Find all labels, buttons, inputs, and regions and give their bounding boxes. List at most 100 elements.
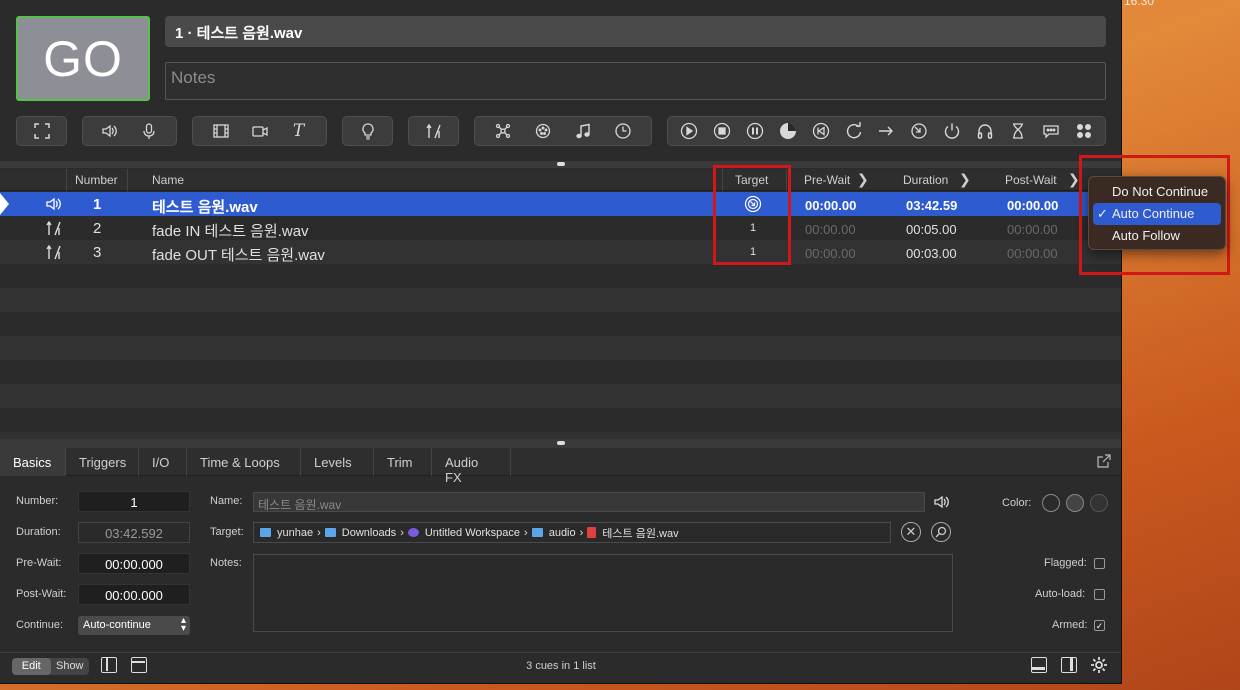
dmx-icon[interactable] <box>532 120 554 142</box>
cue-prewait[interactable]: 00:00.00 <box>805 246 856 261</box>
col-name[interactable]: Name <box>152 173 184 187</box>
toolbar-group-view <box>16 116 67 146</box>
col-prewait-chevron-icon[interactable]: ❯ <box>857 171 869 188</box>
tab-triggers[interactable]: Triggers <box>66 448 139 476</box>
camera-icon[interactable] <box>249 120 271 142</box>
col-prewait[interactable]: Pre-Wait <box>804 173 850 187</box>
cue-row[interactable]: 3 fade OUT 테스트 음원.wav 1 00:00.00 00:03.0… <box>0 240 1121 264</box>
tab-io[interactable]: I/O <box>139 448 187 476</box>
target-label: Target: <box>210 526 244 538</box>
cue-list-header: Number Name Target Pre-Wait ❯ Duration ❯… <box>0 169 1121 191</box>
prewait-field[interactable]: 00:00.000 <box>78 553 190 574</box>
cue-duration[interactable]: 00:03.00 <box>906 246 957 261</box>
power-icon[interactable] <box>941 120 963 142</box>
name-field[interactable]: 테스트 음원.wav <box>253 492 925 512</box>
fade-icon <box>45 219 63 241</box>
reset-icon[interactable] <box>810 120 832 142</box>
cue-postwait[interactable]: 00:00.00 <box>1007 198 1058 213</box>
path-segment[interactable]: 테스트 음원.wav <box>602 525 678 541</box>
col-duration[interactable]: Duration <box>903 173 948 187</box>
clear-target-icon[interactable]: ✕ <box>901 522 921 542</box>
col-duration-chevron-icon[interactable]: ❯ <box>959 171 971 188</box>
tab-basics[interactable]: Basics <box>0 448 66 476</box>
menu-item-auto-follow[interactable]: Auto Follow <box>1093 225 1221 247</box>
go-button[interactable]: GO <box>16 16 150 101</box>
color-none[interactable] <box>1042 494 1060 512</box>
empty-row <box>0 312 1121 336</box>
group-icon[interactable] <box>1073 120 1095 142</box>
armed-checkbox[interactable]: ✓ <box>1094 620 1105 631</box>
toolbar-group-control <box>474 116 652 146</box>
path-segment[interactable]: Downloads <box>342 527 396 539</box>
target-icon[interactable] <box>908 120 930 142</box>
folder-icon <box>260 528 271 537</box>
clock-icon[interactable] <box>612 120 634 142</box>
autoload-checkbox[interactable] <box>1094 589 1105 600</box>
microphone-icon[interactable] <box>138 120 160 142</box>
sidebar-right-icon[interactable] <box>1061 657 1077 673</box>
col-postwait-chevron-icon[interactable]: ❯ <box>1068 171 1080 188</box>
cue-prewait[interactable]: 00:00.00 <box>805 198 856 213</box>
menu-item-auto-continue[interactable]: ✓ Auto Continue <box>1093 203 1221 225</box>
number-field[interactable]: 1 <box>78 491 190 512</box>
headphones-icon[interactable] <box>974 120 996 142</box>
speaker-icon[interactable] <box>99 120 121 142</box>
hourglass-icon[interactable] <box>1007 120 1029 142</box>
gear-icon[interactable] <box>1089 655 1109 678</box>
tab-audio-fx[interactable]: Audio FX <box>432 448 511 485</box>
duration-field[interactable]: 03:42.592 <box>78 522 190 543</box>
cue-duration[interactable]: 00:05.00 <box>906 222 957 237</box>
empty-row <box>0 408 1121 432</box>
col-number[interactable]: Number <box>75 173 118 187</box>
cue-name: fade IN 테스트 음원.wav <box>152 223 309 240</box>
text-icon[interactable]: T <box>288 120 310 142</box>
col-postwait[interactable]: Post-Wait <box>1005 173 1057 187</box>
prewait-label: Pre-Wait: <box>16 557 62 569</box>
lightbulb-icon[interactable] <box>357 120 379 142</box>
speech-icon[interactable] <box>1040 120 1062 142</box>
notes-field[interactable]: Notes <box>165 62 1106 100</box>
color-swatch[interactable] <box>1090 494 1108 512</box>
continue-select[interactable]: Auto-continue ▴ ▾ <box>78 616 190 635</box>
tab-time-loops[interactable]: Time & Loops <box>187 448 301 476</box>
stop-icon[interactable] <box>711 120 733 142</box>
pause-icon[interactable] <box>744 120 766 142</box>
inspector-splitter[interactable] <box>0 439 1121 448</box>
path-segment[interactable]: yunhae <box>277 527 313 539</box>
network-icon[interactable] <box>492 120 514 142</box>
inspector-notes[interactable] <box>253 554 953 632</box>
tab-levels[interactable]: Levels <box>301 448 374 476</box>
notes-label: Notes: <box>210 557 242 569</box>
cue-prewait[interactable]: 00:00.00 <box>805 222 856 237</box>
play-icon[interactable] <box>678 120 700 142</box>
loop-icon[interactable] <box>843 120 865 142</box>
path-segment[interactable]: Untitled Workspace <box>425 527 520 539</box>
popout-icon[interactable] <box>1097 454 1111 471</box>
list-splitter[interactable] <box>0 161 1121 168</box>
tab-trim[interactable]: Trim <box>374 448 432 476</box>
load-icon[interactable] <box>777 120 799 142</box>
cue-row[interactable]: 2 fade IN 테스트 음원.wav 1 00:00.00 00:05.00… <box>0 216 1121 241</box>
flagged-checkbox[interactable] <box>1094 558 1105 569</box>
menu-item-do-not-continue[interactable]: Do Not Continue <box>1093 181 1221 203</box>
path-separator: › <box>579 526 584 539</box>
cue-duration[interactable]: 03:42.59 <box>906 198 957 213</box>
film-icon[interactable] <box>210 120 232 142</box>
empty-row <box>0 288 1121 312</box>
fade-icon[interactable] <box>423 120 445 142</box>
speaker-icon[interactable] <box>933 493 951 516</box>
goto-icon[interactable] <box>875 120 897 142</box>
cue-number: 2 <box>93 220 102 237</box>
color-locked-icon[interactable] <box>1066 494 1084 512</box>
cue-postwait[interactable]: 00:00.00 <box>1007 246 1058 261</box>
panel-bottom-icon[interactable] <box>1031 657 1047 673</box>
cue-name: fade OUT 테스트 음원.wav <box>152 247 325 264</box>
cue-postwait[interactable]: 00:00.00 <box>1007 222 1058 237</box>
find-target-icon[interactable] <box>931 522 951 542</box>
path-segment[interactable]: audio <box>549 527 576 539</box>
postwait-field[interactable]: 00:00.000 <box>78 584 190 605</box>
music-note-icon[interactable] <box>572 120 594 142</box>
fullscreen-icon[interactable] <box>31 120 53 142</box>
cue-row[interactable]: 1 테스트 음원.wav 00:00.00 03:42.59 00:00.00 <box>0 192 1121 216</box>
target-path[interactable]: yunhae › Downloads › Untitled Workspace … <box>253 522 891 543</box>
